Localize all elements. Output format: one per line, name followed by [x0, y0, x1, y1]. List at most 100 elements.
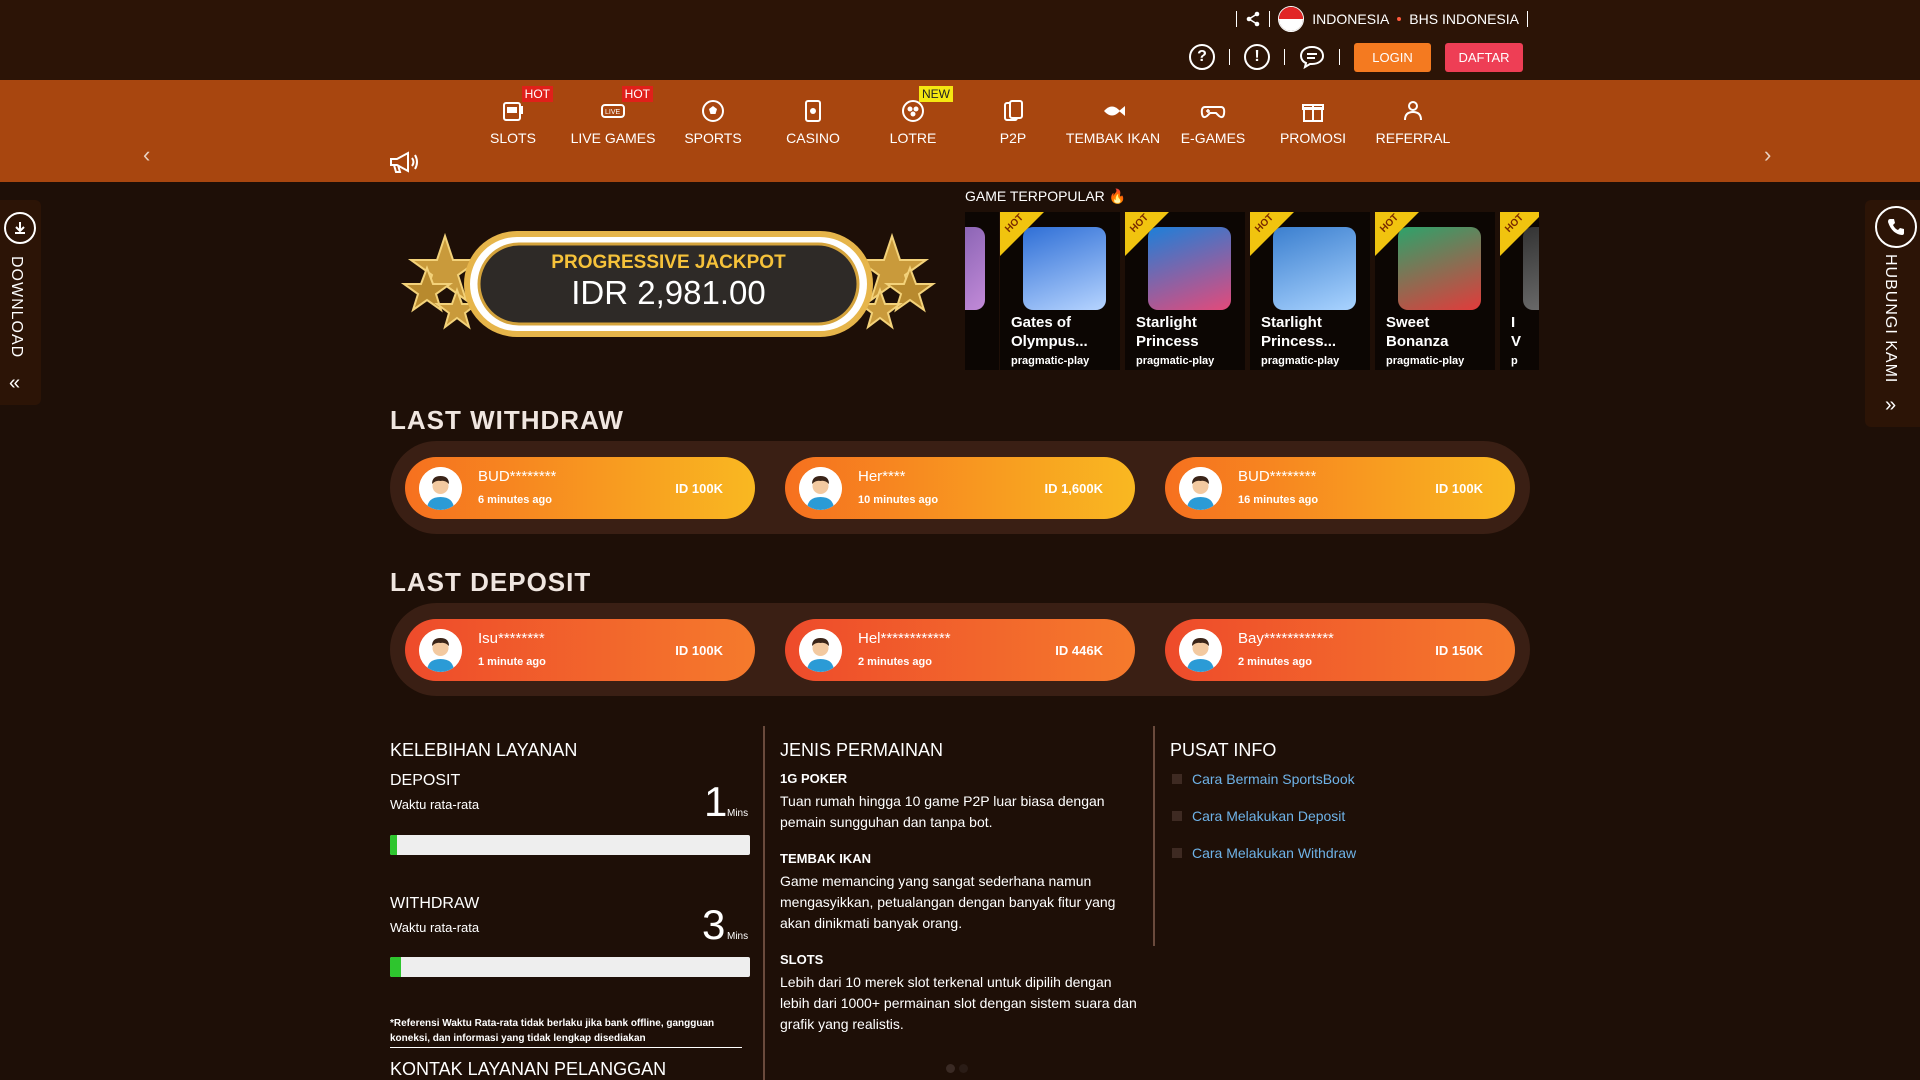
language-selector[interactable]: INDONESIA BHS INDONESIA — [1236, 6, 1528, 32]
nav-items: HOT SLOTS HOT LIVE LIVE GAMES SPORTS CASINO NEW… — [463, 86, 1463, 146]
game-type-desc: Lebih dari 10 merek slot terkenal untuk … — [780, 974, 1137, 1032]
contact-label: HUBUNGI KAMI — [1882, 254, 1899, 384]
deposit-list: Isu******** 1 minute ago ID 100K Hel****… — [390, 603, 1530, 696]
game-card[interactable]: HOT Sweet Bonanza pragmatic-play — [1375, 212, 1495, 370]
jackpot-value: IDR 2,981.00 — [571, 274, 766, 311]
soccer-ball-icon — [700, 98, 726, 124]
game-name-line1: Gates of — [1011, 314, 1072, 331]
nav-item-promosi[interactable]: PROMOSI — [1263, 86, 1363, 146]
withdraw-minutes: 3 — [702, 901, 726, 948]
game-type-desc: Game memancing yang sangat sederhana nam… — [780, 873, 1116, 931]
referral-icon — [1400, 98, 1426, 124]
dot[interactable] — [959, 1064, 968, 1073]
info-center-title: PUSAT INFO — [1170, 740, 1277, 760]
register-button[interactable]: DAFTAR — [1445, 42, 1523, 72]
info-link-label[interactable]: Cara Bermain SportsBook — [1192, 771, 1355, 787]
nav-item-lotre[interactable]: NEW LOTRE — [863, 86, 963, 146]
tx-time: 6 minutes ago — [478, 494, 552, 506]
avatar — [419, 467, 462, 510]
indonesia-flag-icon — [1278, 6, 1305, 32]
game-provider: p — [1511, 355, 1518, 367]
info-link[interactable]: Cara Bermain SportsBook — [1172, 771, 1355, 787]
game-name-line1: of — [965, 312, 994, 333]
withdraw-label: WITHDRAW — [390, 895, 480, 912]
deposit-item: Bay************ 2 minutes ago ID 150K — [1165, 619, 1515, 681]
game-type-name: TEMBAK IKAN — [780, 851, 871, 866]
tx-username: Bay************ — [1238, 630, 1334, 647]
column-divider — [763, 726, 765, 1080]
nav-label: E-GAMES — [1180, 130, 1246, 146]
tx-username: Isu******** — [478, 630, 545, 647]
nav-label: LOTRE — [889, 130, 937, 146]
nav-item-live-games[interactable]: HOT LIVE LIVE GAMES — [563, 86, 663, 146]
chat-icon[interactable] — [1299, 45, 1325, 69]
nav-label: SLOTS — [490, 130, 536, 146]
game-type-name: SLOTS — [780, 952, 824, 967]
game-card[interactable]: HOT I V p — [1500, 212, 1539, 370]
nav-label: REFERRAL — [1375, 130, 1451, 146]
avatar — [1179, 629, 1222, 672]
info-link-label[interactable]: Cara Melakukan Deposit — [1192, 808, 1345, 824]
download-label: DOWNLOAD — [8, 256, 25, 359]
info-link[interactable]: Cara Melakukan Deposit — [1172, 808, 1345, 824]
download-icon — [4, 212, 36, 244]
user-avatar-icon — [799, 629, 842, 672]
language-label[interactable]: BHS INDONESIA — [1409, 11, 1519, 27]
tx-time: 2 minutes ago — [858, 656, 932, 668]
info-link-label[interactable]: Cara Melakukan Withdraw — [1192, 845, 1356, 861]
game-thumbnail[interactable] — [965, 227, 985, 310]
info-icon[interactable]: ! — [1244, 44, 1270, 70]
login-button[interactable]: LOGIN — [1354, 42, 1431, 72]
nav-item-sports[interactable]: SPORTS — [663, 86, 763, 146]
share-icon[interactable] — [1245, 11, 1261, 27]
column-divider — [1153, 726, 1155, 946]
nav-item-referral[interactable]: REFERRAL — [1363, 86, 1463, 146]
game-name-line2: Bonanza — [1386, 333, 1449, 350]
gift-icon — [1300, 98, 1326, 124]
fish-icon — [1100, 98, 1126, 124]
service-note: *Referensi Waktu Rata-rata tidak berlaku… — [390, 1016, 742, 1048]
download-tab[interactable]: DOWNLOAD « — [0, 200, 41, 405]
divider — [1236, 11, 1238, 27]
nav-item-p2p[interactable]: P2P — [963, 86, 1063, 146]
game-name-line2: Olympus... — [1011, 333, 1088, 350]
double-chevron-left-icon[interactable]: « — [9, 372, 20, 395]
game-provider: pragmatic-play — [1011, 355, 1090, 367]
deposit-sub: Waktu rata-rata — [390, 797, 480, 812]
dot-active[interactable] — [946, 1064, 955, 1073]
game-name-line2: us — [965, 333, 994, 350]
nav-next-arrow-icon[interactable]: › — [1764, 142, 1771, 168]
help-icon[interactable]: ? — [1189, 44, 1215, 70]
nav-prev-arrow-icon[interactable]: ‹ — [143, 142, 150, 168]
popular-games-carousel[interactable]: of us play HOT Gates of Olympus... pragm… — [965, 212, 1539, 370]
game-types-title: JENIS PERMAINAN — [780, 740, 944, 760]
game-card[interactable]: HOT Starlight Princess... pragmatic-play — [1250, 212, 1370, 370]
last-deposit-title: LAST DEPOSIT — [390, 567, 592, 597]
tx-username: Hel************ — [858, 630, 951, 647]
phone-icon — [1875, 206, 1917, 248]
game-card[interactable]: HOT Starlight Princess pragmatic-play — [1125, 212, 1245, 370]
nav-item-e-games[interactable]: E-GAMES — [1163, 86, 1263, 146]
info-link[interactable]: Cara Melakukan Withdraw — [1172, 845, 1356, 861]
deposit-progress-bar — [390, 835, 750, 855]
country-label[interactable]: INDONESIA — [1312, 11, 1389, 27]
nav-item-tembak-ikan[interactable]: TEMBAK IKAN — [1063, 86, 1163, 146]
game-card[interactable]: of us play — [965, 212, 999, 370]
nav-item-casino[interactable]: CASINO — [763, 86, 863, 146]
divider — [1284, 49, 1285, 65]
megaphone-icon — [390, 151, 418, 173]
withdraw-list: BUD******** 6 minutes ago ID 100K Her***… — [390, 441, 1530, 534]
carousel-dots[interactable] — [946, 1064, 968, 1073]
double-chevron-right-icon[interactable]: » — [1885, 394, 1896, 417]
game-card[interactable]: HOT Gates of Olympus... pragmatic-play — [1000, 212, 1120, 370]
nav-item-slots[interactable]: HOT SLOTS — [463, 86, 563, 146]
nav-label: LIVE GAMES — [570, 130, 656, 146]
deposit-unit: Mins — [727, 808, 749, 819]
avatar — [799, 467, 842, 510]
contact-tab[interactable]: HUBUNGI KAMI » — [1865, 200, 1920, 427]
tx-amount: ID 100K — [675, 643, 723, 658]
divider — [1339, 49, 1340, 65]
nav-label: PROMOSI — [1279, 130, 1347, 146]
tx-amount: ID 1,600K — [1044, 481, 1103, 496]
withdraw-progress-fill — [390, 957, 401, 977]
